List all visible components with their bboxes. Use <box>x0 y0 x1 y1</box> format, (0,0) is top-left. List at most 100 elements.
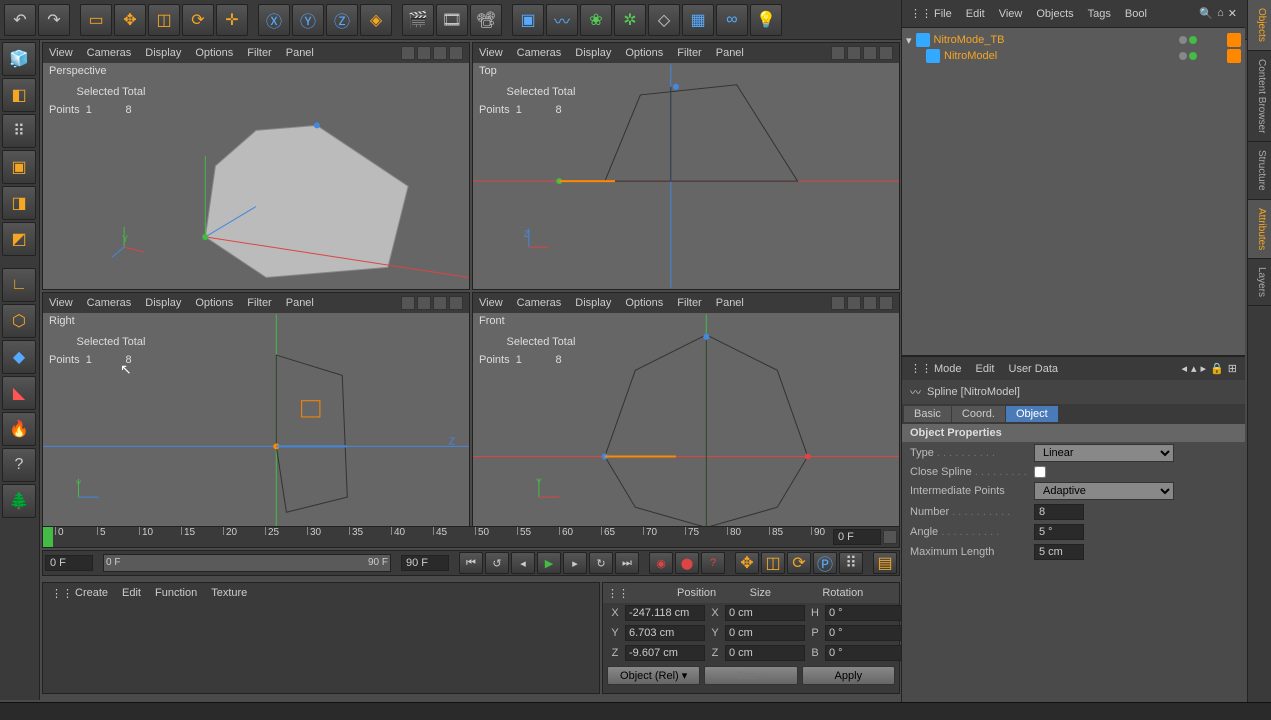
axis-tool-button[interactable]: ∟ <box>2 268 36 302</box>
nav-fwd-icon[interactable]: ▸ <box>1201 362 1207 375</box>
step-fwd-button[interactable]: ▸ <box>563 552 587 574</box>
coord-pos-y[interactable] <box>625 625 705 641</box>
add-deformer-button[interactable]: ◇ <box>648 4 680 36</box>
vp-menu-view[interactable]: View <box>479 297 503 309</box>
vp-menu-filter[interactable]: Filter <box>677 297 701 309</box>
record-button[interactable]: ⬤ <box>675 552 699 574</box>
coord-pos-z[interactable] <box>625 645 705 661</box>
vp-menu-panel[interactable]: Panel <box>286 47 314 59</box>
loop-toggle-button[interactable]: ↺ <box>485 552 509 574</box>
dock-tab-layers[interactable]: Layers <box>1248 259 1271 306</box>
attr-menu-edit[interactable]: Edit <box>976 363 995 375</box>
nav-back-icon[interactable]: ◂ <box>1181 362 1187 375</box>
help-button[interactable]: ? <box>2 448 36 482</box>
vp-icon[interactable] <box>417 296 431 310</box>
undo-button[interactable]: ↶ <box>4 4 36 36</box>
place-button[interactable]: ✛ <box>216 4 248 36</box>
vp-menu-filter[interactable]: Filter <box>677 47 701 59</box>
vp-icon[interactable] <box>831 296 845 310</box>
close-icon[interactable]: ✕ <box>1228 7 1237 20</box>
coord-size-mode[interactable]: Size ▾ <box>704 666 797 685</box>
vp-menu-cameras[interactable]: Cameras <box>87 297 132 309</box>
viewport-top[interactable]: View Cameras Display Options Filter Pane… <box>472 42 900 290</box>
attr-type-select[interactable]: Linear <box>1034 444 1174 462</box>
attr-number-input[interactable] <box>1034 504 1084 520</box>
play-button[interactable]: ▶ <box>537 552 561 574</box>
coord-apply-button[interactable]: Apply <box>802 666 895 685</box>
vp-icon[interactable] <box>401 46 415 60</box>
obj-menu-edit[interactable]: Edit <box>966 8 985 20</box>
attr-menu-mode[interactable]: Mode <box>934 363 962 375</box>
coord-size-x[interactable] <box>725 605 805 621</box>
vp-menu-panel[interactable]: Panel <box>716 47 744 59</box>
vp-icon[interactable] <box>847 296 861 310</box>
vp-menu-filter[interactable]: Filter <box>247 47 271 59</box>
add-floor-button[interactable]: ▦ <box>682 4 714 36</box>
nav-up-icon[interactable]: ▴ <box>1191 362 1197 375</box>
pla-key-button[interactable]: Ⓟ <box>813 552 837 574</box>
vp-icon[interactable] <box>449 296 463 310</box>
home-icon[interactable]: ⌂ <box>1217 7 1224 20</box>
vp-menu-view[interactable]: View <box>479 47 503 59</box>
vp-icon[interactable] <box>863 46 877 60</box>
autokey-button[interactable]: ◉ <box>649 552 673 574</box>
tree-item[interactable]: ▾NitroMode_TB <box>906 32 1241 48</box>
vp-menu-view[interactable]: View <box>49 297 73 309</box>
rotate-button[interactable]: ⟳ <box>182 4 214 36</box>
dock-tab-content[interactable]: Content Browser <box>1248 51 1271 142</box>
z-axis-button[interactable]: Ⓩ <box>326 4 358 36</box>
material-menu-function[interactable]: Function <box>155 587 197 599</box>
attr-tab-coord[interactable]: Coord. <box>952 406 1005 422</box>
vp-menu-display[interactable]: Display <box>575 297 611 309</box>
material-menu-create[interactable]: Create <box>75 587 108 599</box>
y-axis-button[interactable]: Ⓨ <box>292 4 324 36</box>
new-icon[interactable]: ⊞ <box>1228 362 1237 375</box>
redo-button[interactable]: ↷ <box>38 4 70 36</box>
magnet-button[interactable]: ⬡ <box>2 304 36 338</box>
coord-size-z[interactable] <box>725 645 805 661</box>
vp-menu-options[interactable]: Options <box>625 297 663 309</box>
obj-menu-tags[interactable]: Tags <box>1088 8 1111 20</box>
tag-icon[interactable] <box>1227 49 1241 63</box>
object-tree[interactable]: ▾NitroMode_TBNitroModel <box>902 28 1245 356</box>
scale-button[interactable]: ◫ <box>148 4 180 36</box>
pos-key-button[interactable]: ✥ <box>735 552 759 574</box>
timeline-current[interactable] <box>45 555 93 571</box>
step-back-button[interactable]: ◂ <box>511 552 535 574</box>
dock-tab-objects[interactable]: Objects <box>1248 0 1271 51</box>
vp-menu-display[interactable]: Display <box>145 47 181 59</box>
attr-close-checkbox[interactable] <box>1034 466 1046 478</box>
search-icon[interactable]: 🔍 <box>1199 7 1213 20</box>
lock-icon[interactable]: 🔒 <box>1210 362 1224 375</box>
viewport-front[interactable]: View Cameras Display Options Filter Pane… <box>472 292 900 540</box>
go-start-button[interactable]: ⏮ <box>459 552 483 574</box>
vp-icon[interactable] <box>417 46 431 60</box>
keyframe-button[interactable]: ? <box>701 552 725 574</box>
edges-mode-button[interactable]: ▣ <box>2 150 36 184</box>
vp-icon[interactable] <box>401 296 415 310</box>
coord-rot-b[interactable] <box>825 645 905 661</box>
vp-menu-options[interactable]: Options <box>195 297 233 309</box>
uv-mode-button[interactable]: ◩ <box>2 222 36 256</box>
live-select-button[interactable]: ▭ <box>80 4 112 36</box>
viewport-right[interactable]: View Cameras Display Options Filter Pane… <box>42 292 470 540</box>
vp-menu-options[interactable]: Options <box>195 47 233 59</box>
vp-icon[interactable] <box>449 46 463 60</box>
tag-icon[interactable] <box>1227 33 1241 47</box>
timeline-end[interactable] <box>401 555 449 571</box>
vp-icon[interactable] <box>879 46 893 60</box>
attr-angle-input[interactable] <box>1034 524 1084 540</box>
x-axis-button[interactable]: Ⓧ <box>258 4 290 36</box>
coord-sys-button[interactable]: ◈ <box>360 4 392 36</box>
vp-icon[interactable] <box>847 46 861 60</box>
viewport-perspective[interactable]: View Cameras Display Options Filter Pane… <box>42 42 470 290</box>
vp-icon[interactable] <box>433 296 447 310</box>
loop-button[interactable]: ↻ <box>589 552 613 574</box>
attr-tab-object[interactable]: Object <box>1006 406 1058 422</box>
vp-icon[interactable] <box>831 46 845 60</box>
timeline-powerslider[interactable] <box>883 530 897 544</box>
timeline-ruler[interactable]: 051015202530354045505560657075808590 <box>42 526 900 548</box>
timeline-view-button[interactable]: ▤ <box>873 552 897 574</box>
render-settings-button[interactable]: 🎞 <box>436 4 468 36</box>
material-menu-edit[interactable]: Edit <box>122 587 141 599</box>
